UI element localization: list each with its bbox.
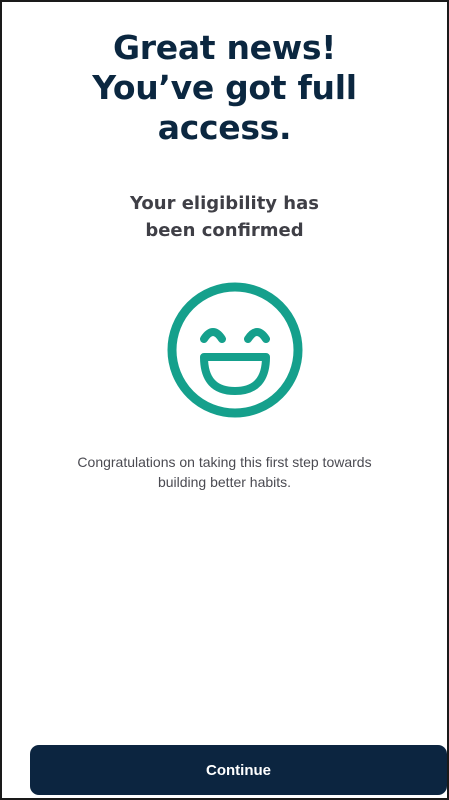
smiley-mouth — [200, 353, 270, 395]
eligibility-confirmation-line-2: been confirmed — [145, 220, 304, 241]
page-title: Great news! You’ve got full access. — [2, 28, 447, 148]
page-title-line-1: Great news! — [112, 28, 337, 67]
congratulations-message: Congratulations on taking this first ste… — [22, 452, 427, 492]
congratulations-message-line-1: Congratulations on taking this first ste… — [77, 454, 372, 470]
screen-frame: Great news! You’ve got full access. Your… — [0, 0, 449, 800]
continue-button[interactable]: Continue — [30, 745, 447, 795]
congratulations-message-line-2: building better habits. — [157, 474, 292, 490]
eligibility-confirmation: Your eligibility has been confirmed — [2, 190, 447, 244]
page-title-line-2: You’ve got full — [92, 68, 357, 107]
smiley-face-icon — [167, 282, 303, 418]
page-title-line-3: access. — [157, 108, 292, 147]
smiley-right-eye — [244, 328, 270, 343]
eligibility-confirmation-line-1: Your eligibility has — [130, 193, 319, 214]
smiley-left-eye — [200, 328, 226, 343]
